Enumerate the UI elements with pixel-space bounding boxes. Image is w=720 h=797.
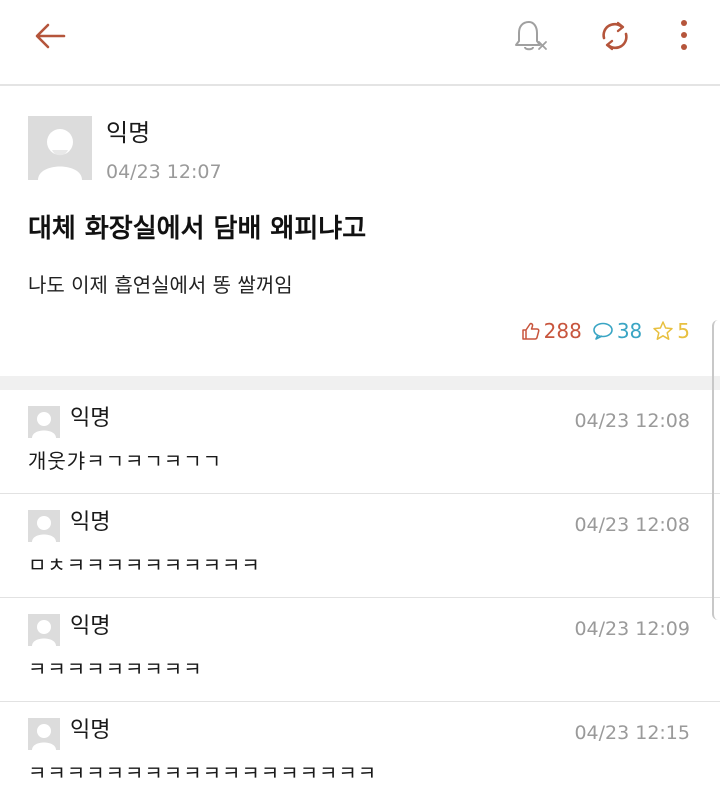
top-app-bar [0, 0, 720, 84]
like-count[interactable]: 288 [521, 319, 582, 343]
post-timestamp: 04/23 12:07 [106, 161, 222, 183]
avatar-icon [28, 510, 60, 542]
scrap-count-value: 5 [677, 319, 690, 343]
comment-author: 익명 [70, 718, 111, 743]
section-divider [0, 376, 720, 390]
comment-item: 익명 04/23 12:08 ㅁㅊㅋㅋㅋㅋㅋㅋㅋㅋㅋㅋ [0, 494, 720, 598]
like-count-value: 288 [543, 319, 582, 343]
scrollbar[interactable] [712, 320, 720, 620]
refresh-icon[interactable] [594, 16, 636, 56]
comment-timestamp: 04/23 12:08 [574, 514, 690, 536]
avatar-icon [28, 406, 60, 438]
comment-timestamp: 04/23 12:15 [574, 722, 690, 744]
comment-count[interactable]: 38 [592, 319, 642, 343]
speech-bubble-icon [593, 322, 613, 340]
comment-timestamp: 04/23 12:09 [574, 618, 690, 640]
star-icon [653, 321, 674, 340]
comment-text: ㅁㅊㅋㅋㅋㅋㅋㅋㅋㅋㅋㅋ [28, 553, 261, 577]
post-stats: 288 38 5 [511, 317, 690, 345]
comment-author: 익명 [70, 510, 111, 535]
comment-author: 익명 [70, 614, 111, 639]
avatar-icon [28, 116, 92, 180]
scrap-count[interactable]: 5 [652, 319, 690, 343]
comment-text: ㅋㅋㅋㅋㅋㅋㅋㅋㅋㅋㅋㅋㅋㅋㅋㅋㅋㅋ [28, 761, 378, 785]
arrow-left-icon[interactable] [30, 18, 70, 54]
comment-text: 개웃갸ㅋㄱㅋㄱㅋㄱㄱ [28, 449, 222, 473]
comment-author: 익명 [70, 406, 111, 431]
avatar-icon [28, 718, 60, 750]
post-body: 나도 이제 흡연실에서 똥 쌀꺼임 [28, 273, 293, 297]
avatar-icon [28, 614, 60, 646]
post-card: 익명 04/23 12:07 대체 화장실에서 담배 왜피냐고 나도 이제 흡연… [0, 86, 720, 376]
thumbs-up-icon [521, 322, 540, 340]
post-author: 익명 [106, 119, 151, 147]
comment-timestamp: 04/23 12:08 [574, 410, 690, 432]
comment-item: 익명 04/23 12:15 ㅋㅋㅋㅋㅋㅋㅋㅋㅋㅋㅋㅋㅋㅋㅋㅋㅋㅋ [0, 702, 720, 797]
comment-text: ㅋㅋㅋㅋㅋㅋㅋㅋㅋ [28, 657, 203, 681]
post-title: 대체 화장실에서 담배 왜피냐고 [28, 214, 367, 244]
comment-item: 익명 04/23 12:09 ㅋㅋㅋㅋㅋㅋㅋㅋㅋ [0, 598, 720, 702]
comment-item: 익명 04/23 12:08 개웃갸ㅋㄱㅋㄱㅋㄱㄱ [0, 390, 720, 494]
comment-count-value: 38 [616, 319, 643, 343]
more-vertical-icon[interactable] [666, 14, 702, 58]
bell-off-icon[interactable] [510, 16, 552, 56]
